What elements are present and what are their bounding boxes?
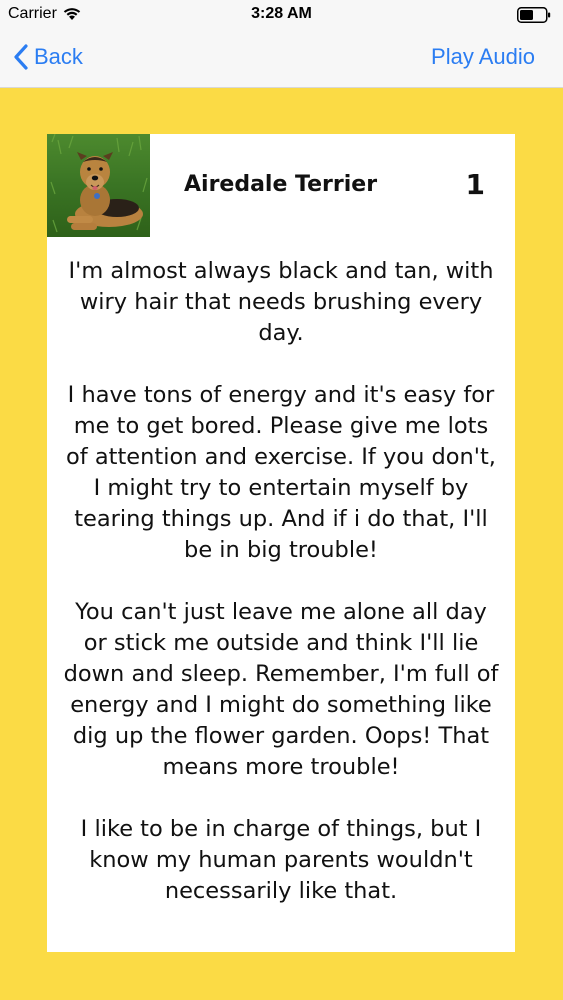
status-clock: 3:28 AM [251, 5, 312, 22]
card-number: 1 [465, 168, 485, 201]
breed-card: Airedale Terrier 1 I'm almost always bla… [47, 134, 515, 952]
description-paragraph: I like to be in charge of things, but I … [80, 816, 482, 904]
battery-icon [517, 7, 551, 23]
play-audio-button[interactable]: Play Audio [431, 40, 535, 74]
breed-description: I'm almost always black and tan, with wi… [61, 256, 501, 907]
description-paragraph: I'm almost always black and tan, with wi… [68, 258, 494, 346]
chevron-left-icon [14, 44, 28, 70]
description-paragraph: You can't just leave me alone all day or… [63, 599, 499, 780]
status-bar: Carrier 3:28 AM [0, 0, 563, 30]
back-button[interactable]: Back [14, 40, 83, 74]
back-button-label: Back [34, 44, 83, 69]
play-audio-label: Play Audio [431, 44, 535, 69]
navigation-bar: Back Play Audio [0, 30, 563, 88]
breed-title: Airedale Terrier [184, 172, 378, 197]
dog-photo [47, 134, 150, 237]
description-paragraph: I have tons of energy and it's easy for … [66, 382, 496, 563]
